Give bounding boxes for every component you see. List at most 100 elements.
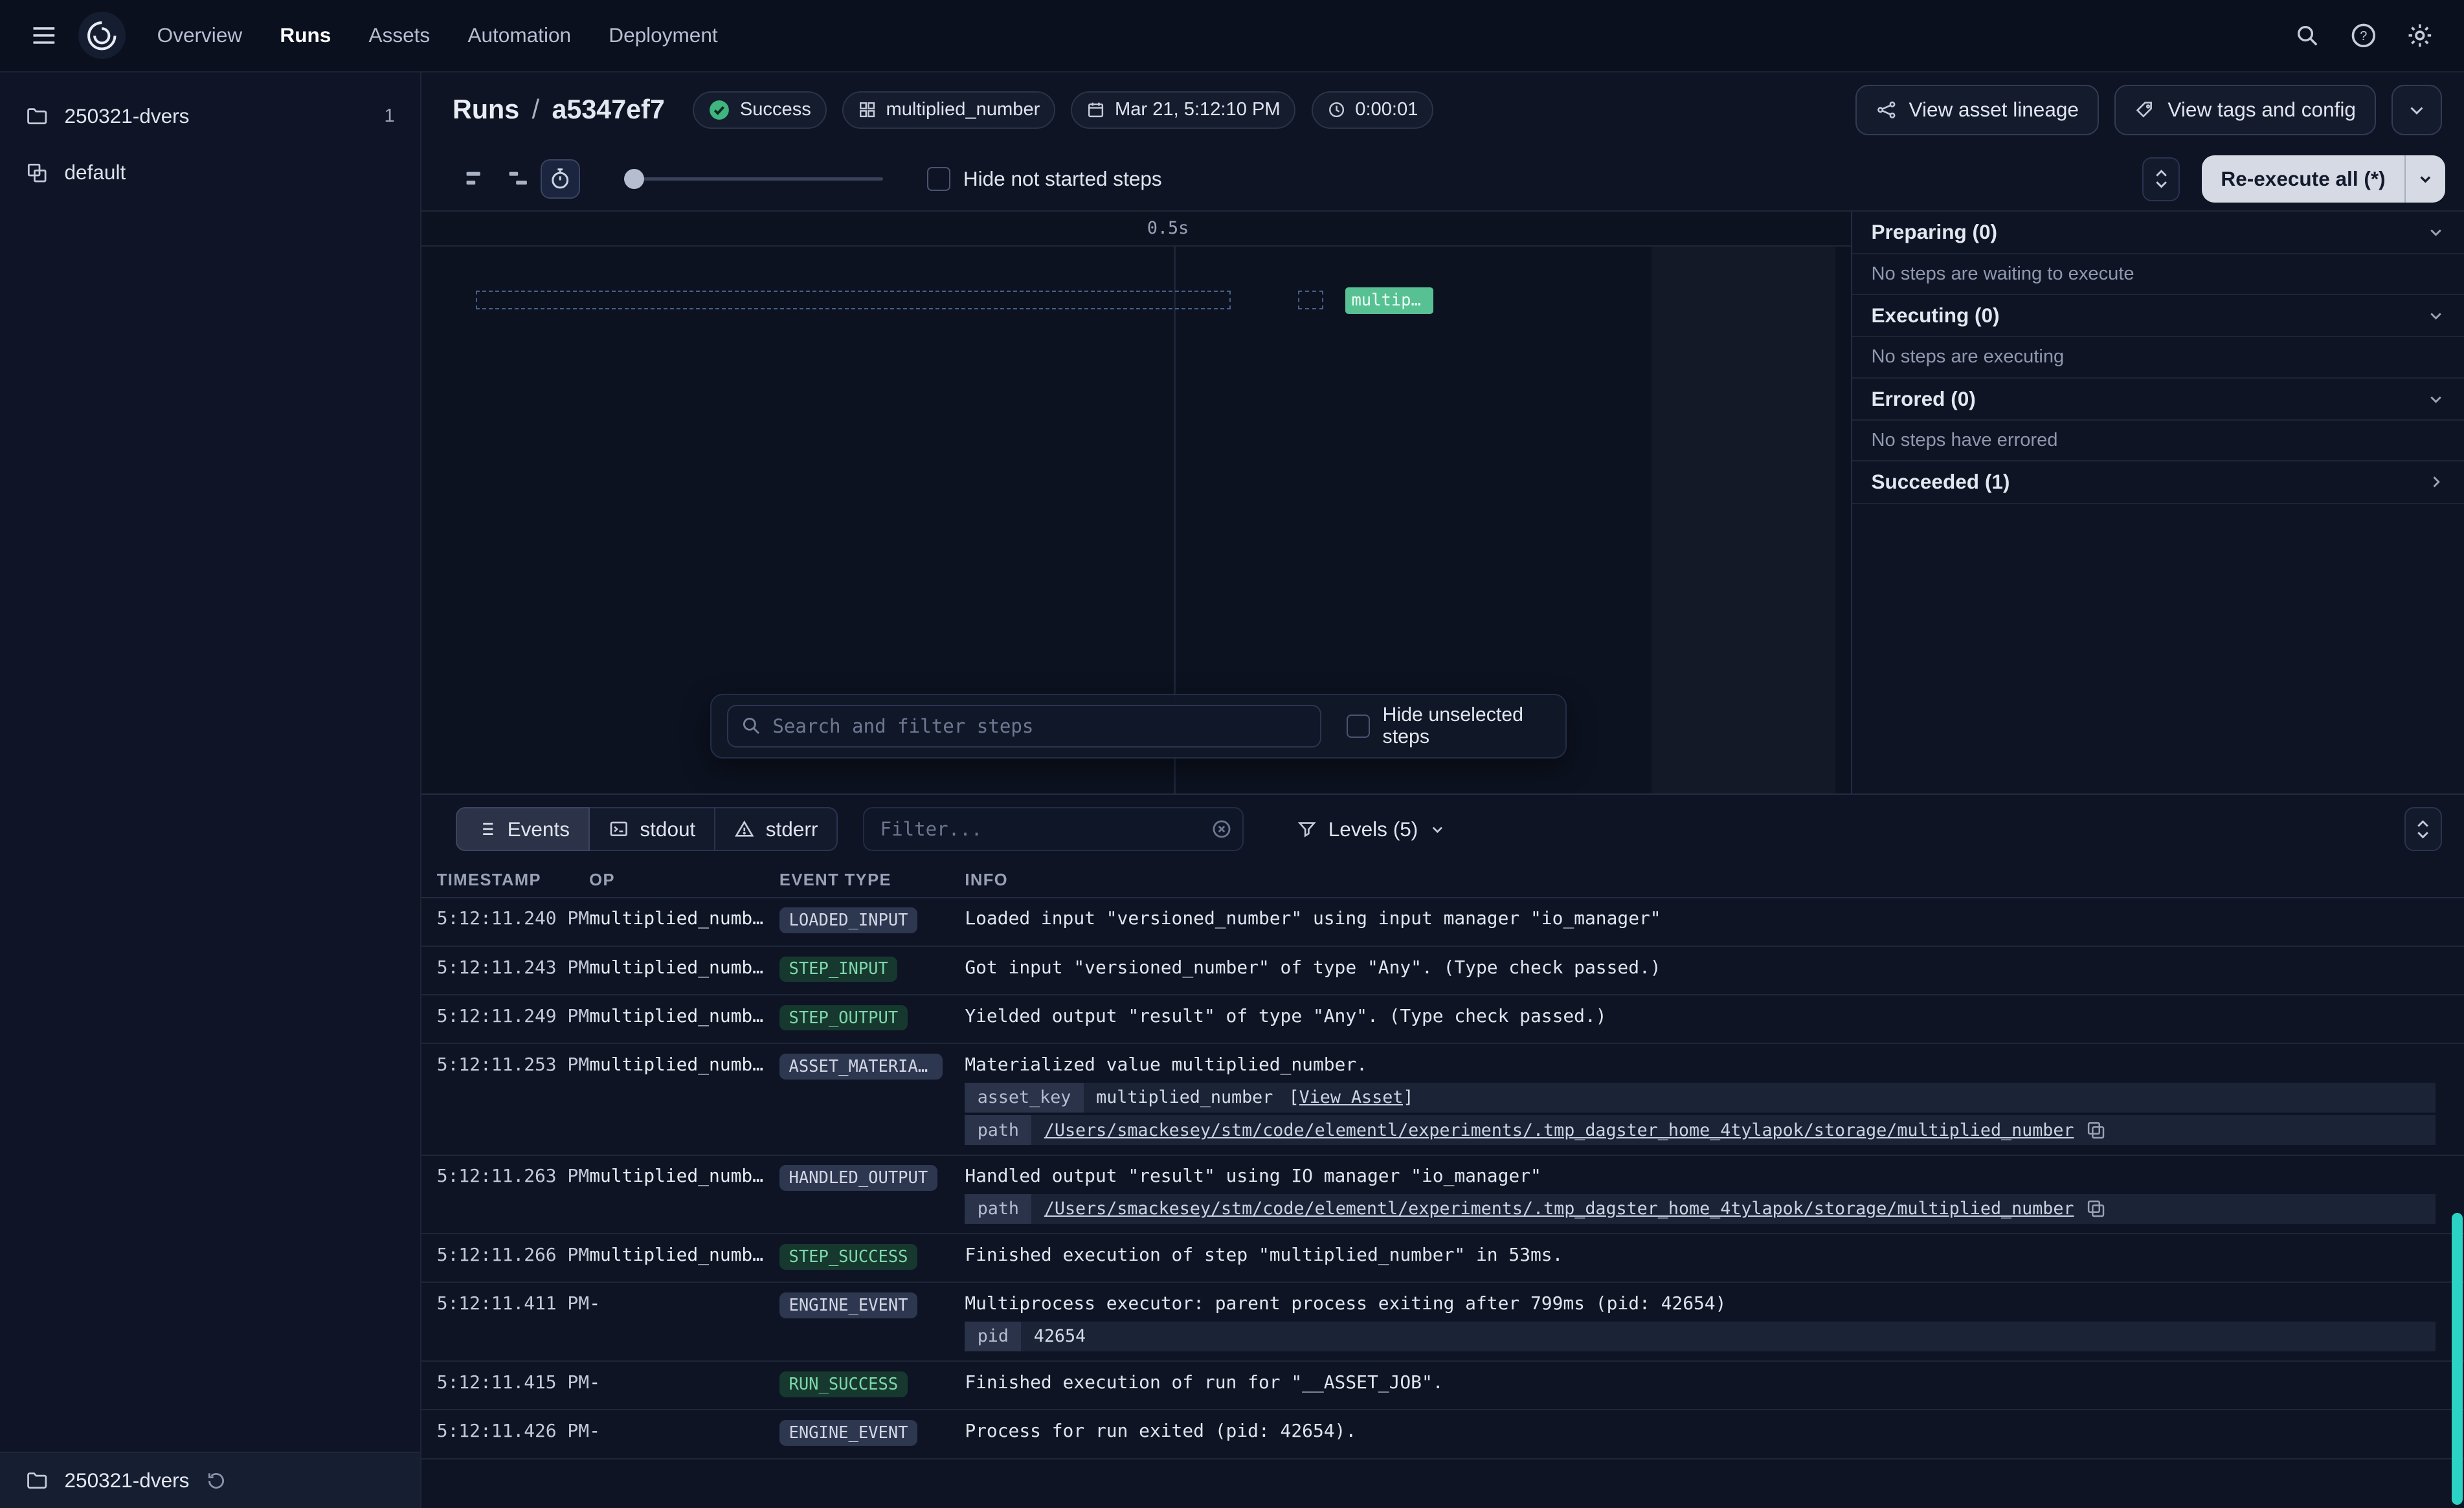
double-chevron-vertical-icon bbox=[2152, 166, 2171, 192]
hide-unselected-checkbox[interactable] bbox=[1347, 715, 1370, 738]
expand-logs-button[interactable] bbox=[2404, 807, 2442, 851]
gantt-shaded-band bbox=[1652, 247, 1835, 793]
hamburger-menu-button[interactable] bbox=[22, 14, 66, 58]
section-executing[interactable]: Executing (0) bbox=[1852, 295, 2464, 338]
col-info: INFO bbox=[965, 871, 2436, 890]
refresh-icon[interactable] bbox=[205, 1470, 227, 1492]
section-errored[interactable]: Errored (0) bbox=[1852, 379, 2464, 421]
log-info-text: Finished execution of run for "__ASSET_J… bbox=[965, 1371, 2436, 1393]
nav-item-deployment[interactable]: Deployment bbox=[609, 23, 717, 47]
reexecute-options-button[interactable] bbox=[2404, 155, 2445, 203]
log-filter-wrap bbox=[863, 807, 1243, 851]
clear-filter-icon[interactable] bbox=[1211, 818, 1233, 840]
asset-tag[interactable]: multiplied_number bbox=[842, 91, 1055, 129]
timer-icon bbox=[548, 167, 572, 190]
hide-unselected-checkbox-group[interactable]: Hide unselected steps bbox=[1347, 704, 1550, 748]
tab-events[interactable]: Events bbox=[456, 807, 590, 851]
log-filter-input[interactable] bbox=[863, 807, 1243, 851]
sidebar-group-label: 250321-dvers bbox=[65, 104, 190, 128]
tab-stdout[interactable]: stdout bbox=[588, 807, 716, 851]
log-row[interactable]: 5:12:11.263 PM multiplied_number HANDLED… bbox=[421, 1156, 2464, 1235]
grid-icon bbox=[858, 100, 877, 119]
log-row[interactable]: 5:12:11.415 PM - RUN_SUCCESS Finished ex… bbox=[421, 1362, 2464, 1410]
view-asset-link[interactable]: View Asset bbox=[1299, 1087, 1404, 1107]
copy-icon[interactable] bbox=[2087, 1199, 2105, 1218]
log-row[interactable]: 5:12:11.240 PM multiplied_number LOADED_… bbox=[421, 898, 2464, 947]
nav-item-overview[interactable]: Overview bbox=[157, 23, 242, 47]
search-button[interactable] bbox=[2285, 14, 2329, 58]
metadata-value: 42654 bbox=[1021, 1322, 2436, 1351]
gantt-dashed-segment bbox=[1298, 291, 1323, 309]
sidebar-footer[interactable]: 250321-dvers bbox=[0, 1452, 420, 1508]
tab-stderr[interactable]: stderr bbox=[714, 807, 838, 851]
metadata-row: path/Users/smackesey/stm/code/elementl/e… bbox=[965, 1194, 2436, 1224]
funnel-icon bbox=[1297, 819, 1317, 839]
run-date: Mar 21, 5:12:10 PM bbox=[1071, 91, 1295, 129]
settings-button[interactable] bbox=[2398, 14, 2442, 58]
flat-view-icon bbox=[464, 167, 487, 190]
help-icon: ? bbox=[2349, 21, 2378, 50]
log-row[interactable]: 5:12:11.411 PM - ENGINE_EVENT Multiproce… bbox=[421, 1283, 2464, 1362]
view-asset-lineage-label: View asset lineage bbox=[1909, 98, 2078, 122]
help-button[interactable]: ? bbox=[2342, 14, 2386, 58]
levels-filter-button[interactable]: Levels (5) bbox=[1281, 807, 1462, 851]
flat-view-button[interactable] bbox=[456, 159, 495, 199]
section-succeeded[interactable]: Succeeded (1) bbox=[1852, 461, 2464, 504]
nav-item-assets[interactable]: Assets bbox=[369, 23, 431, 47]
step-search-input[interactable] bbox=[727, 705, 1321, 748]
chevron-right-icon bbox=[2426, 472, 2445, 491]
path-link[interactable]: /Users/smackesey/stm/code/elementl/exper… bbox=[1044, 1120, 2074, 1140]
run-date-label: Mar 21, 5:12:10 PM bbox=[1115, 99, 1281, 120]
view-asset-lineage-button[interactable]: View asset lineage bbox=[1855, 85, 2099, 135]
nav-item-runs[interactable]: Runs bbox=[280, 23, 331, 47]
clock-icon bbox=[1327, 100, 1346, 119]
sidebar-group-count: 1 bbox=[384, 105, 394, 127]
section-executing-title: Executing (0) bbox=[1871, 304, 1999, 327]
hide-not-started-checkbox[interactable] bbox=[927, 167, 950, 190]
log-timestamp: 5:12:11.263 PM bbox=[437, 1165, 589, 1186]
reexecute-all-button[interactable]: Re-execute all (*) bbox=[2202, 155, 2404, 203]
nav-item-automation[interactable]: Automation bbox=[467, 23, 571, 47]
copy-icon[interactable] bbox=[2087, 1121, 2105, 1140]
hide-not-started-checkbox-group[interactable]: Hide not started steps bbox=[927, 167, 1162, 191]
slider-knob[interactable] bbox=[624, 169, 645, 190]
top-navbar: Overview Runs Assets Automation Deployme… bbox=[0, 0, 2464, 72]
sidebar-item-default[interactable]: default bbox=[0, 144, 420, 201]
logs-scrollbar-thumb[interactable] bbox=[2452, 1213, 2463, 1505]
main-content: Runs / a5347ef7 Success multiplied_numbe… bbox=[421, 72, 2464, 1508]
section-succeeded-title: Succeeded (1) bbox=[1871, 470, 2010, 494]
gantt-step-bar[interactable]: multiplied_number bbox=[1345, 287, 1433, 314]
success-check-icon bbox=[708, 99, 730, 121]
section-preparing[interactable]: Preparing (0) bbox=[1852, 212, 2464, 254]
log-row[interactable]: 5:12:11.426 PM - ENGINE_EVENT Process fo… bbox=[421, 1410, 2464, 1459]
run-header: Runs / a5347ef7 Success multiplied_numbe… bbox=[421, 72, 2464, 148]
timed-view-button[interactable] bbox=[541, 159, 580, 199]
metadata-key: pid bbox=[965, 1322, 1021, 1351]
sidebar-group-row[interactable]: 250321-dvers 1 bbox=[0, 88, 420, 144]
log-op: - bbox=[589, 1371, 779, 1393]
log-row[interactable]: 5:12:11.243 PM multiplied_number STEP_IN… bbox=[421, 947, 2464, 995]
hide-not-started-label: Hide not started steps bbox=[963, 167, 1162, 191]
metadata-rows: pid42654 bbox=[965, 1322, 2436, 1351]
status-label: Success bbox=[740, 99, 811, 120]
log-row[interactable]: 5:12:11.266 PM multiplied_number STEP_SU… bbox=[421, 1234, 2464, 1283]
gantt-zoom-slider[interactable] bbox=[624, 169, 884, 190]
run-actions-menu-button[interactable] bbox=[2391, 85, 2442, 135]
log-info-text: Multiprocess executor: parent process ex… bbox=[965, 1292, 2436, 1314]
log-timestamp: 5:12:11.415 PM bbox=[437, 1371, 589, 1393]
log-op: multiplied_number bbox=[589, 1165, 779, 1186]
breadcrumb-runs-link[interactable]: Runs bbox=[453, 94, 519, 125]
caret-down-icon bbox=[2417, 170, 2434, 188]
event-type-tag: STEP_SUCCESS bbox=[779, 1244, 917, 1270]
dagster-logo[interactable] bbox=[78, 12, 126, 59]
log-row[interactable]: 5:12:11.249 PM multiplied_number STEP_OU… bbox=[421, 995, 2464, 1044]
gantt-chart[interactable]: 0.5s multiplied_number bbox=[421, 212, 1852, 793]
metadata-rows: path/Users/smackesey/stm/code/elementl/e… bbox=[965, 1194, 2436, 1224]
expand-collapse-panel-button[interactable] bbox=[2142, 157, 2180, 201]
gantt-toolbar: Hide not started steps Re-execute all (*… bbox=[421, 148, 2464, 210]
waterfall-view-button[interactable] bbox=[498, 159, 537, 199]
view-tags-config-button[interactable]: View tags and config bbox=[2114, 85, 2376, 135]
path-link[interactable]: /Users/smackesey/stm/code/elementl/exper… bbox=[1044, 1199, 2074, 1219]
log-info-text: Handled output "result" using IO manager… bbox=[965, 1165, 2436, 1186]
log-row[interactable]: 5:12:11.253 PM multiplied_number ASSET_M… bbox=[421, 1044, 2464, 1155]
